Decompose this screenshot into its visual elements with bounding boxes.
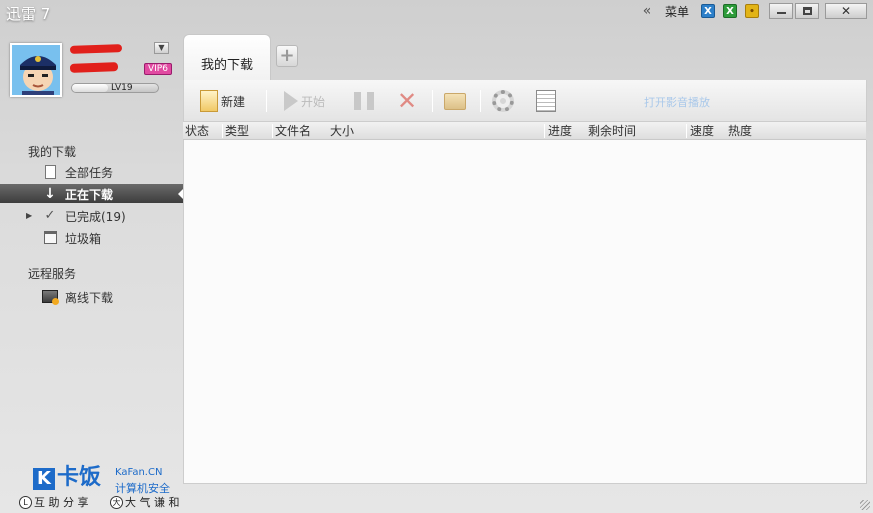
new-file-icon [200,90,218,112]
offline-download-icon [42,290,59,305]
sidebar-item-all-tasks[interactable]: 全部任务 [0,162,183,181]
app-title: 迅雷 7 [6,5,51,23]
footer-share-button[interactable]: L 互 助 分 享 [19,495,89,509]
add-tab-button[interactable]: + [276,45,298,67]
toolbar: 新建 开始 ✕ 打开影音播放 [183,80,867,122]
sidebar-item-completed[interactable]: ▶ ✓ 已完成(19) [0,206,183,225]
column-header-popularity[interactable]: 热度 [728,123,752,139]
menu-button[interactable]: 菜单 [665,3,689,20]
sidebar-item-label: 垃圾箱 [65,232,102,246]
delete-button[interactable]: ✕ [397,88,417,114]
plus-icon: + [279,45,295,66]
titlebar-controls: « 菜单 X X • ✕ [639,2,867,20]
sidebar-item-label: 已完成(19) [65,210,126,224]
close-icon: ✕ [840,4,852,18]
sidebar-item-downloading[interactable]: ↓ 正在下载 [0,184,184,203]
section-my-downloads[interactable]: 我的下载 [28,143,76,160]
expand-arrow-icon[interactable]: ▶ [26,211,32,220]
document-icon [44,164,56,179]
section-remote-services[interactable]: 远程服务 [28,265,76,282]
start-label: 开始 [301,94,326,109]
level-progress-fill [72,84,109,92]
delete-icon: ✕ [397,87,418,115]
folder-icon [444,92,466,110]
footer-harmony-button[interactable]: 大 大 气 谦 和 [110,495,180,509]
log-icon [536,90,556,112]
skin-green-icon[interactable]: X [723,4,737,18]
arrow-down-icon: ↓ [44,185,56,202]
resize-grip-icon[interactable] [860,500,870,510]
check-icon: ✓ [44,208,56,223]
tab-my-downloads[interactable]: 我的下载 [183,34,271,82]
footer-harmony-label: 大 气 谦 和 [125,496,180,509]
kafan-logo: K 卡饭 [33,466,101,490]
trash-icon [43,231,57,244]
minimize-icon [776,12,786,14]
skin-mascot-icon[interactable]: • [745,4,759,18]
xunlei-window: 迅雷 7 « 菜单 X X • ✕ ▼ VIP6 LV19 我的下载 全部任务 … [0,0,873,513]
maximize-icon [802,7,812,15]
avatar[interactable] [10,43,62,97]
footer-circle-icon: 大 [110,495,123,509]
sidebar-item-label: 正在下载 [65,188,114,202]
brand-name: KaFan.CN [115,467,163,478]
table-header: 状态 类型 文件名 大小 进度 剩余时间 速度 热度 [183,122,866,140]
toolbar-separator [480,90,481,112]
redacted-username [69,44,123,54]
minimize-button[interactable] [769,3,793,19]
toolbar-separator [266,90,267,112]
column-header-speed[interactable]: 速度 [690,123,714,139]
column-header-progress[interactable]: 进度 [548,123,572,139]
play-icon [284,91,298,111]
open-folder-button[interactable] [444,88,466,114]
vip-badge[interactable]: VIP6 [144,63,172,75]
redacted-account [69,62,119,73]
kafan-k-icon: K [33,468,55,490]
avatar-police-icon [12,45,60,95]
close-button[interactable]: ✕ [825,3,867,19]
column-header-filename[interactable]: 文件名 [275,123,311,139]
collapse-sidebar-button[interactable]: « [639,4,655,18]
pause-button[interactable] [354,88,374,114]
task-log-button[interactable] [536,88,556,114]
column-header-remaining-time[interactable]: 剩余时间 [588,123,636,139]
new-task-label: 新建 [221,94,246,109]
footer-share-label: 互 助 分 享 [34,496,89,509]
sidebar-item-label: 全部任务 [65,166,114,180]
level-label: LV19 [111,83,133,93]
sidebar-item-trash[interactable]: 垃圾箱 [0,228,183,247]
toolbar-separator [432,90,433,112]
settings-button[interactable] [492,88,514,114]
maximize-button[interactable] [795,3,819,19]
sidebar-item-offline-download[interactable]: 离线下载 [0,287,183,306]
column-header-status[interactable]: 状态 [185,123,209,139]
open-player-link[interactable]: 打开影音播放 [644,94,710,110]
column-header-size[interactable]: 大小 [330,123,354,139]
new-task-button[interactable]: 新建 [200,88,245,114]
gear-icon [492,90,514,112]
user-dropdown-button[interactable]: ▼ [154,42,169,54]
task-list[interactable] [183,140,867,484]
pause-icon [354,92,374,110]
skin-blue-icon[interactable]: X [701,4,715,18]
column-header-type[interactable]: 类型 [225,123,249,139]
sidebar-item-label: 离线下载 [65,291,114,305]
start-button[interactable]: 开始 [284,88,325,114]
footer-circle-icon: L [19,495,32,509]
brand-logo-text: 卡饭 [57,465,102,490]
